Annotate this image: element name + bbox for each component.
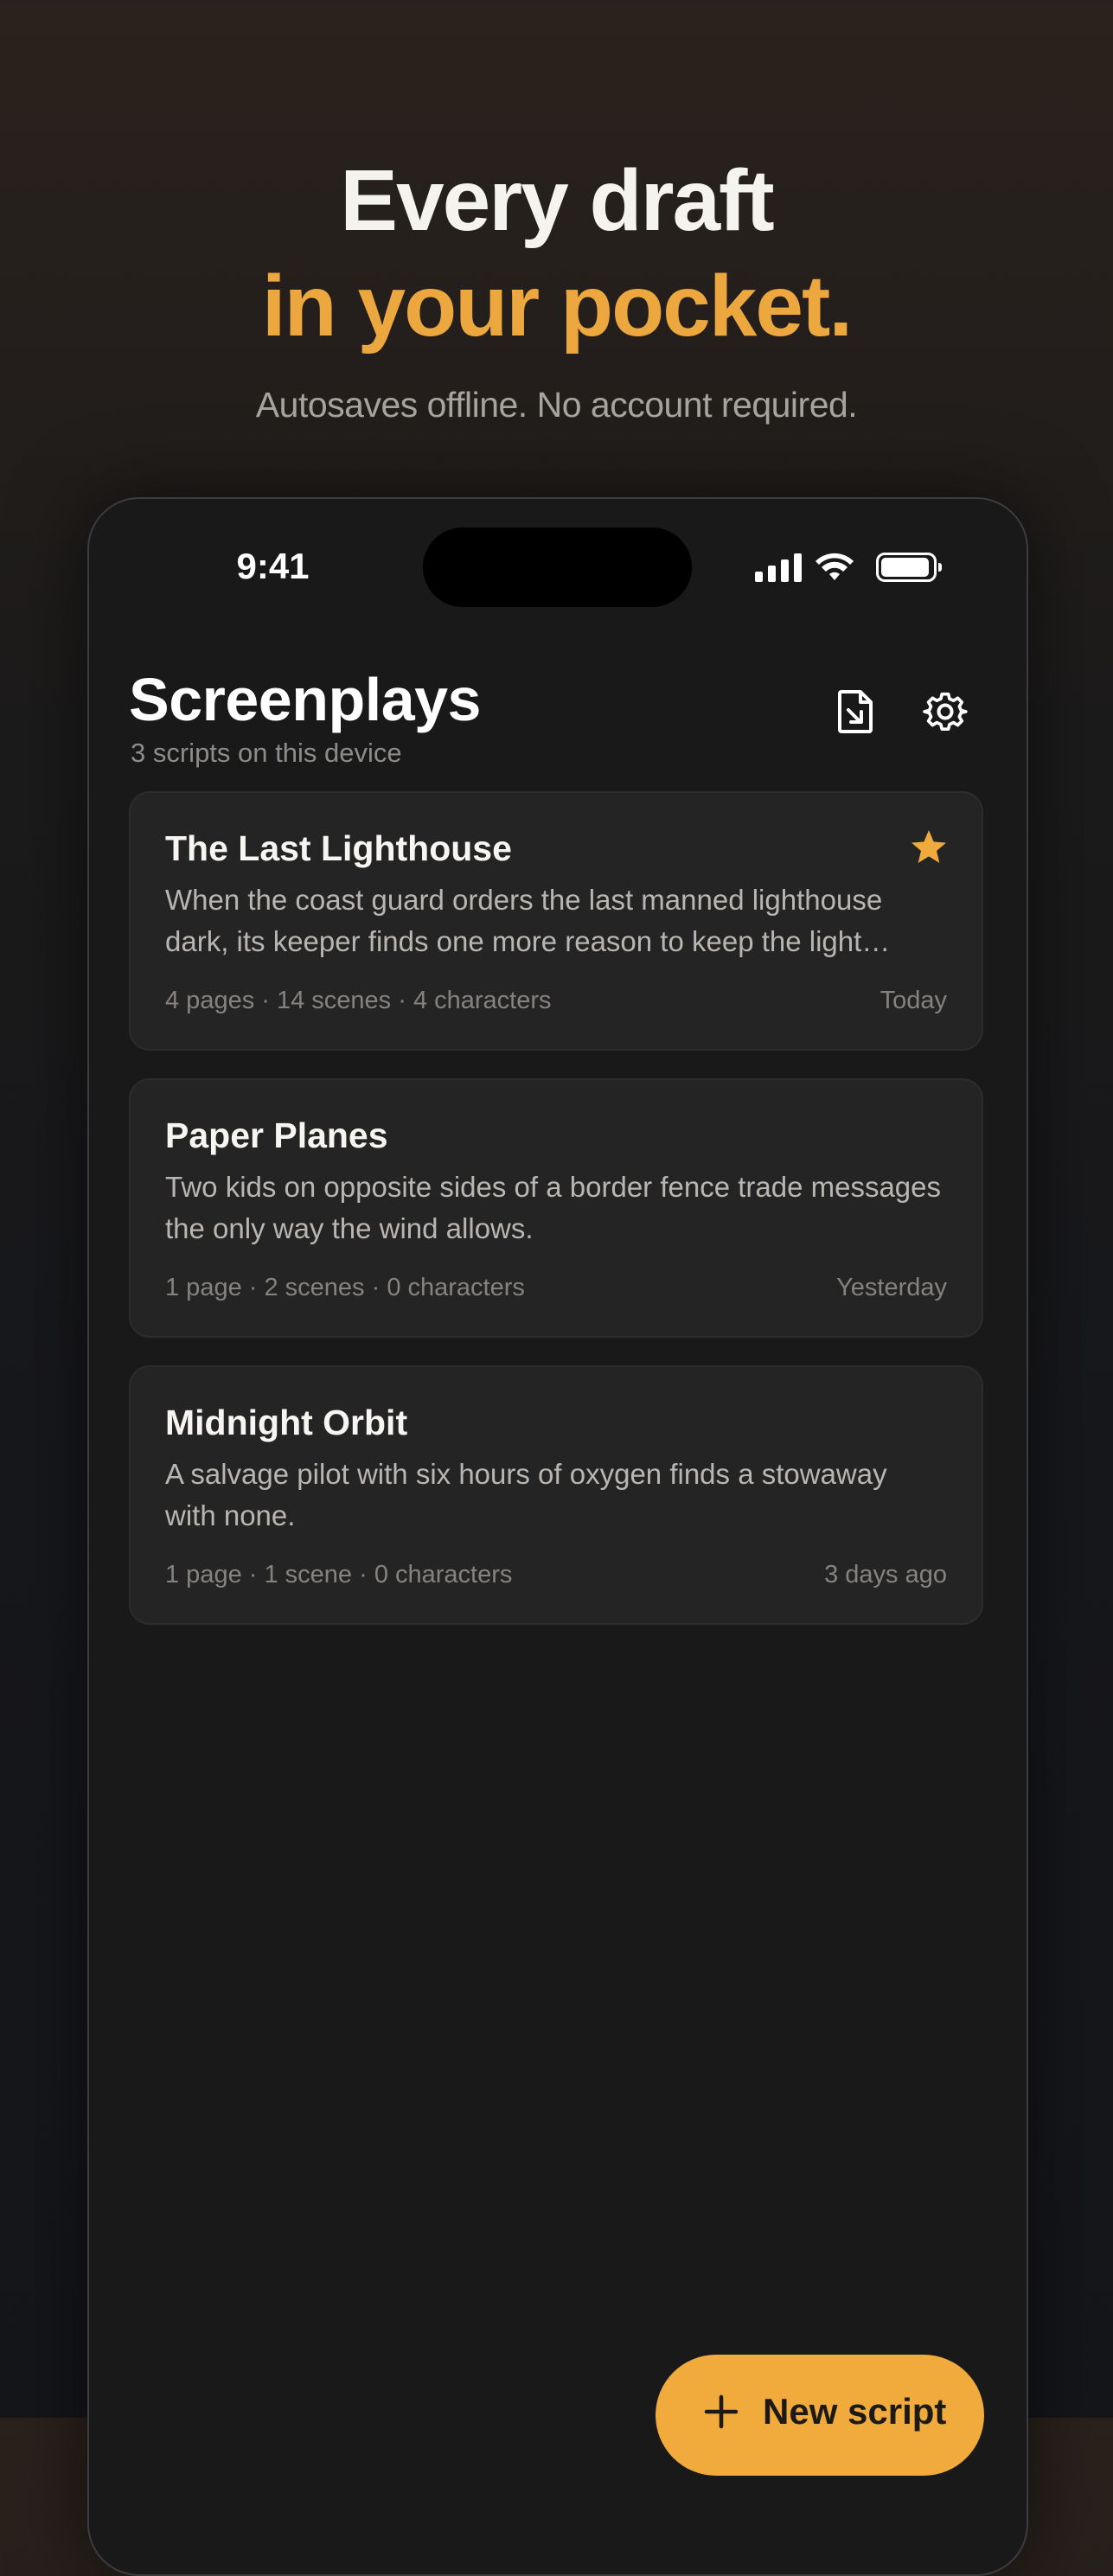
device-frame: 9:41 Screenplays 3 scripts on this devic… [87, 497, 1028, 2576]
star-icon[interactable] [909, 828, 949, 867]
script-meta: 4 pages · 14 scenes · 4 characters [165, 987, 552, 1014]
script-description: When the coast guard orders the last man… [165, 884, 883, 957]
wifi-icon [816, 553, 854, 580]
script-date: Today [880, 987, 947, 1014]
script-description: A salvage pilot with six hours of oxygen… [165, 1458, 887, 1531]
plus-icon [704, 2387, 739, 2436]
hero-headline-line1: Every draft [340, 152, 774, 249]
battery-icon [876, 553, 942, 582]
status-icons [755, 546, 954, 589]
new-script-button[interactable]: New script [656, 2355, 984, 2476]
script-meta: 1 page · 1 scene · 0 characters [165, 1561, 513, 1588]
page-subtitle: 3 scripts on this device [131, 738, 402, 768]
script-card[interactable]: The Last Lighthouse When the coast guard… [129, 791, 983, 1051]
page-title: Screenplays [129, 666, 481, 733]
status-time: 9:41 [236, 546, 310, 586]
new-script-label: New script [763, 2391, 947, 2432]
script-title: Paper Planes [165, 1115, 388, 1155]
import-document-icon [838, 690, 873, 733]
battery-fill [881, 558, 929, 577]
cellular-signal-icon [755, 553, 802, 582]
script-date: Yesterday [836, 1274, 947, 1301]
script-card[interactable]: Midnight Orbit A salvage pilot with six … [129, 1365, 983, 1625]
script-card[interactable]: Paper Planes Two kids on opposite sides … [129, 1078, 983, 1338]
gear-icon [923, 692, 968, 732]
dynamic-island [423, 527, 692, 607]
import-button[interactable] [824, 681, 886, 743]
script-title: Midnight Orbit [165, 1403, 408, 1442]
script-meta: 1 page · 2 scenes · 0 characters [165, 1274, 525, 1301]
script-date: 3 days ago [824, 1561, 947, 1588]
script-title: The Last Lighthouse [165, 828, 512, 868]
script-description: Two kids on opposite sides of a border f… [165, 1171, 942, 1244]
hero-subtitle: Autosaves offline. No account required. [255, 385, 858, 425]
hero-headline-line2: in your pocket. [261, 258, 853, 355]
settings-button[interactable] [914, 681, 976, 743]
